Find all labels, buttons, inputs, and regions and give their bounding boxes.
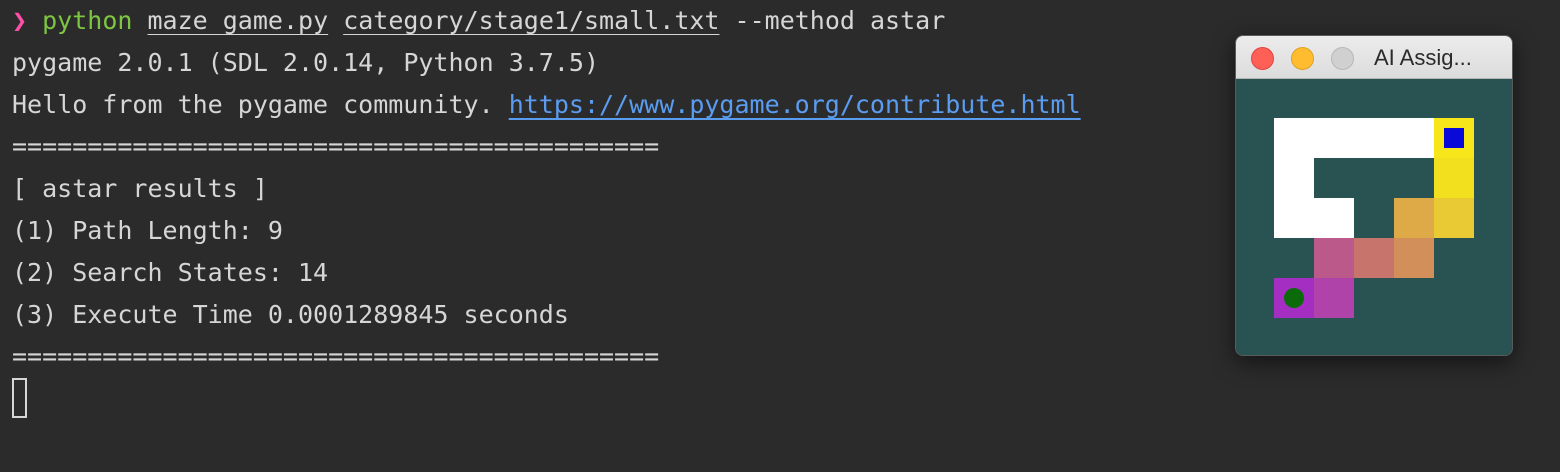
- results-header: [ astar results ]: [12, 174, 268, 203]
- command-line: ❯ python maze_game.py category/stage1/sm…: [12, 0, 945, 42]
- maze-wall-cell: [1314, 118, 1354, 158]
- terminal-cursor: [12, 378, 27, 418]
- close-button[interactable]: [1251, 47, 1274, 70]
- maze-path-cell: [1354, 238, 1394, 278]
- maze-wall-cell: [1394, 118, 1434, 158]
- start-marker-icon: [1284, 288, 1304, 308]
- command-flags: --method astar: [734, 6, 946, 35]
- minimize-button[interactable]: [1291, 47, 1314, 70]
- maze-path-cell: [1314, 278, 1354, 318]
- goal-marker-icon: [1444, 128, 1464, 148]
- pygame-version-line: pygame 2.0.1 (SDL 2.0.14, Python 3.7.5): [12, 48, 599, 77]
- maze-wall-cell: [1274, 158, 1314, 198]
- command-script: maze_game.py: [147, 6, 329, 35]
- pygame-contribute-link[interactable]: https://www.pygame.org/contribute.html: [509, 90, 1081, 119]
- command-program: python: [42, 6, 133, 35]
- path-length-line: (1) Path Length: 9: [12, 216, 283, 245]
- maze-wall-cell: [1274, 198, 1314, 238]
- search-states-line: (2) Search States: 14: [12, 258, 329, 287]
- maze-path-cell: [1394, 198, 1434, 238]
- window-titlebar[interactable]: AI Assig...: [1236, 36, 1512, 79]
- maze-wall-cell: [1274, 118, 1314, 158]
- maze-canvas[interactable]: [1236, 79, 1512, 355]
- separator-bottom: ========================================…: [12, 342, 660, 371]
- separator-top: ========================================…: [12, 132, 660, 161]
- maze-path-cell: [1434, 158, 1474, 198]
- window-title: AI Assig...: [1374, 45, 1472, 70]
- hello-line: Hello from the pygame community. https:/…: [12, 84, 1081, 126]
- pygame-window[interactable]: AI Assig...: [1235, 35, 1513, 356]
- execute-time-line: (3) Execute Time 0.0001289845 seconds: [12, 300, 569, 329]
- zoom-button[interactable]: [1331, 47, 1354, 70]
- maze-path-cell: [1394, 238, 1434, 278]
- maze-wall-cell: [1354, 118, 1394, 158]
- maze-path-cell: [1434, 198, 1474, 238]
- prompt-chevron-icon: ❯: [12, 6, 28, 35]
- maze-path-cell: [1314, 238, 1354, 278]
- command-file-arg: category/stage1/small.txt: [343, 6, 720, 35]
- hello-text: Hello from the pygame community.: [12, 90, 494, 119]
- maze-wall-cell: [1314, 198, 1354, 238]
